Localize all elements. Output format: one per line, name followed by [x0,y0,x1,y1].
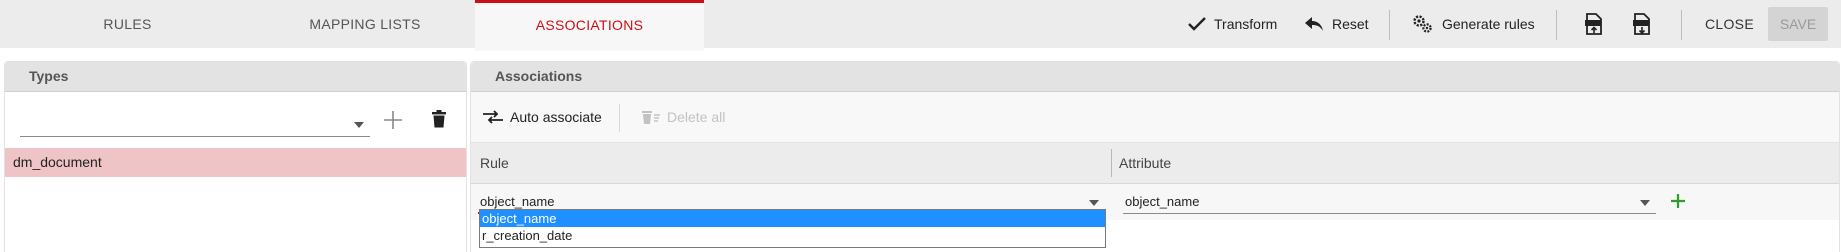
toolbar-divider [1681,10,1682,40]
close-button[interactable]: CLOSE [1705,0,1754,48]
add-type-icon[interactable] [383,110,403,130]
check-icon [1188,17,1206,31]
tab-mapping-lists[interactable]: MAPPING LISTS [255,0,475,48]
rule-select-value: object_name [480,194,555,209]
transform-button[interactable]: Transform [1188,0,1277,48]
attribute-select-value: object_name [1125,194,1200,209]
auto-associate-button[interactable]: Auto associate [482,92,602,142]
column-divider [1111,149,1112,177]
type-list-item-label: dm_document [13,154,102,170]
xml-download-icon [1633,13,1650,35]
associations-toolbar: Auto associate Delete all [471,92,1839,143]
association-table-header: Rule Attribute [471,143,1839,184]
toolbar-divider [1556,10,1557,40]
trash-icon[interactable] [431,110,447,128]
undo-icon [1305,17,1323,31]
type-select[interactable] [20,107,370,137]
swap-arrows-icon [483,110,503,124]
delete-all-button[interactable]: Delete all [641,92,725,142]
export-xml-button[interactable] [1584,0,1612,48]
transform-label: Transform [1214,16,1278,32]
gears-icon [1413,15,1432,33]
save-button[interactable]: SAVE [1768,7,1828,41]
type-list-item[interactable]: dm_document [5,148,466,177]
delete-all-label: Delete all [667,109,726,125]
types-panel-title: Types [5,62,466,92]
attribute-select[interactable]: object_name [1123,190,1656,214]
xml-upload-icon [1585,13,1602,35]
tab-rules[interactable]: RULES [0,0,255,48]
chevron-down-icon [1640,200,1650,206]
dropdown-option[interactable]: object_name [480,210,1105,227]
reset-button[interactable]: Reset [1304,0,1369,48]
types-panel: Types dm_document [4,61,467,252]
column-header-attribute: Attribute [1119,155,1172,171]
chevron-down-icon [354,122,364,128]
tab-associations[interactable]: ASSOCIATIONS [475,0,704,51]
import-xml-button[interactable] [1632,0,1660,48]
reset-label: Reset [1332,16,1369,32]
rule-dropdown-list: object_name r_creation_date [479,209,1106,248]
chevron-down-icon [1089,200,1099,206]
column-header-rule: Rule [480,155,509,171]
generate-rules-button[interactable]: Generate rules [1412,0,1535,48]
delete-sweep-icon [642,111,660,124]
toolbar-divider [619,104,620,132]
toolbar-divider [1389,10,1390,40]
top-bar: RULES MAPPING LISTS ASSOCIATIONS Transfo… [0,0,1841,51]
auto-associate-label: Auto associate [510,109,602,125]
associations-panel-title: Associations [471,62,1839,92]
add-association-icon[interactable] [1670,193,1686,209]
dropdown-option[interactable]: r_creation_date [480,227,1105,244]
generate-rules-label: Generate rules [1442,16,1535,32]
